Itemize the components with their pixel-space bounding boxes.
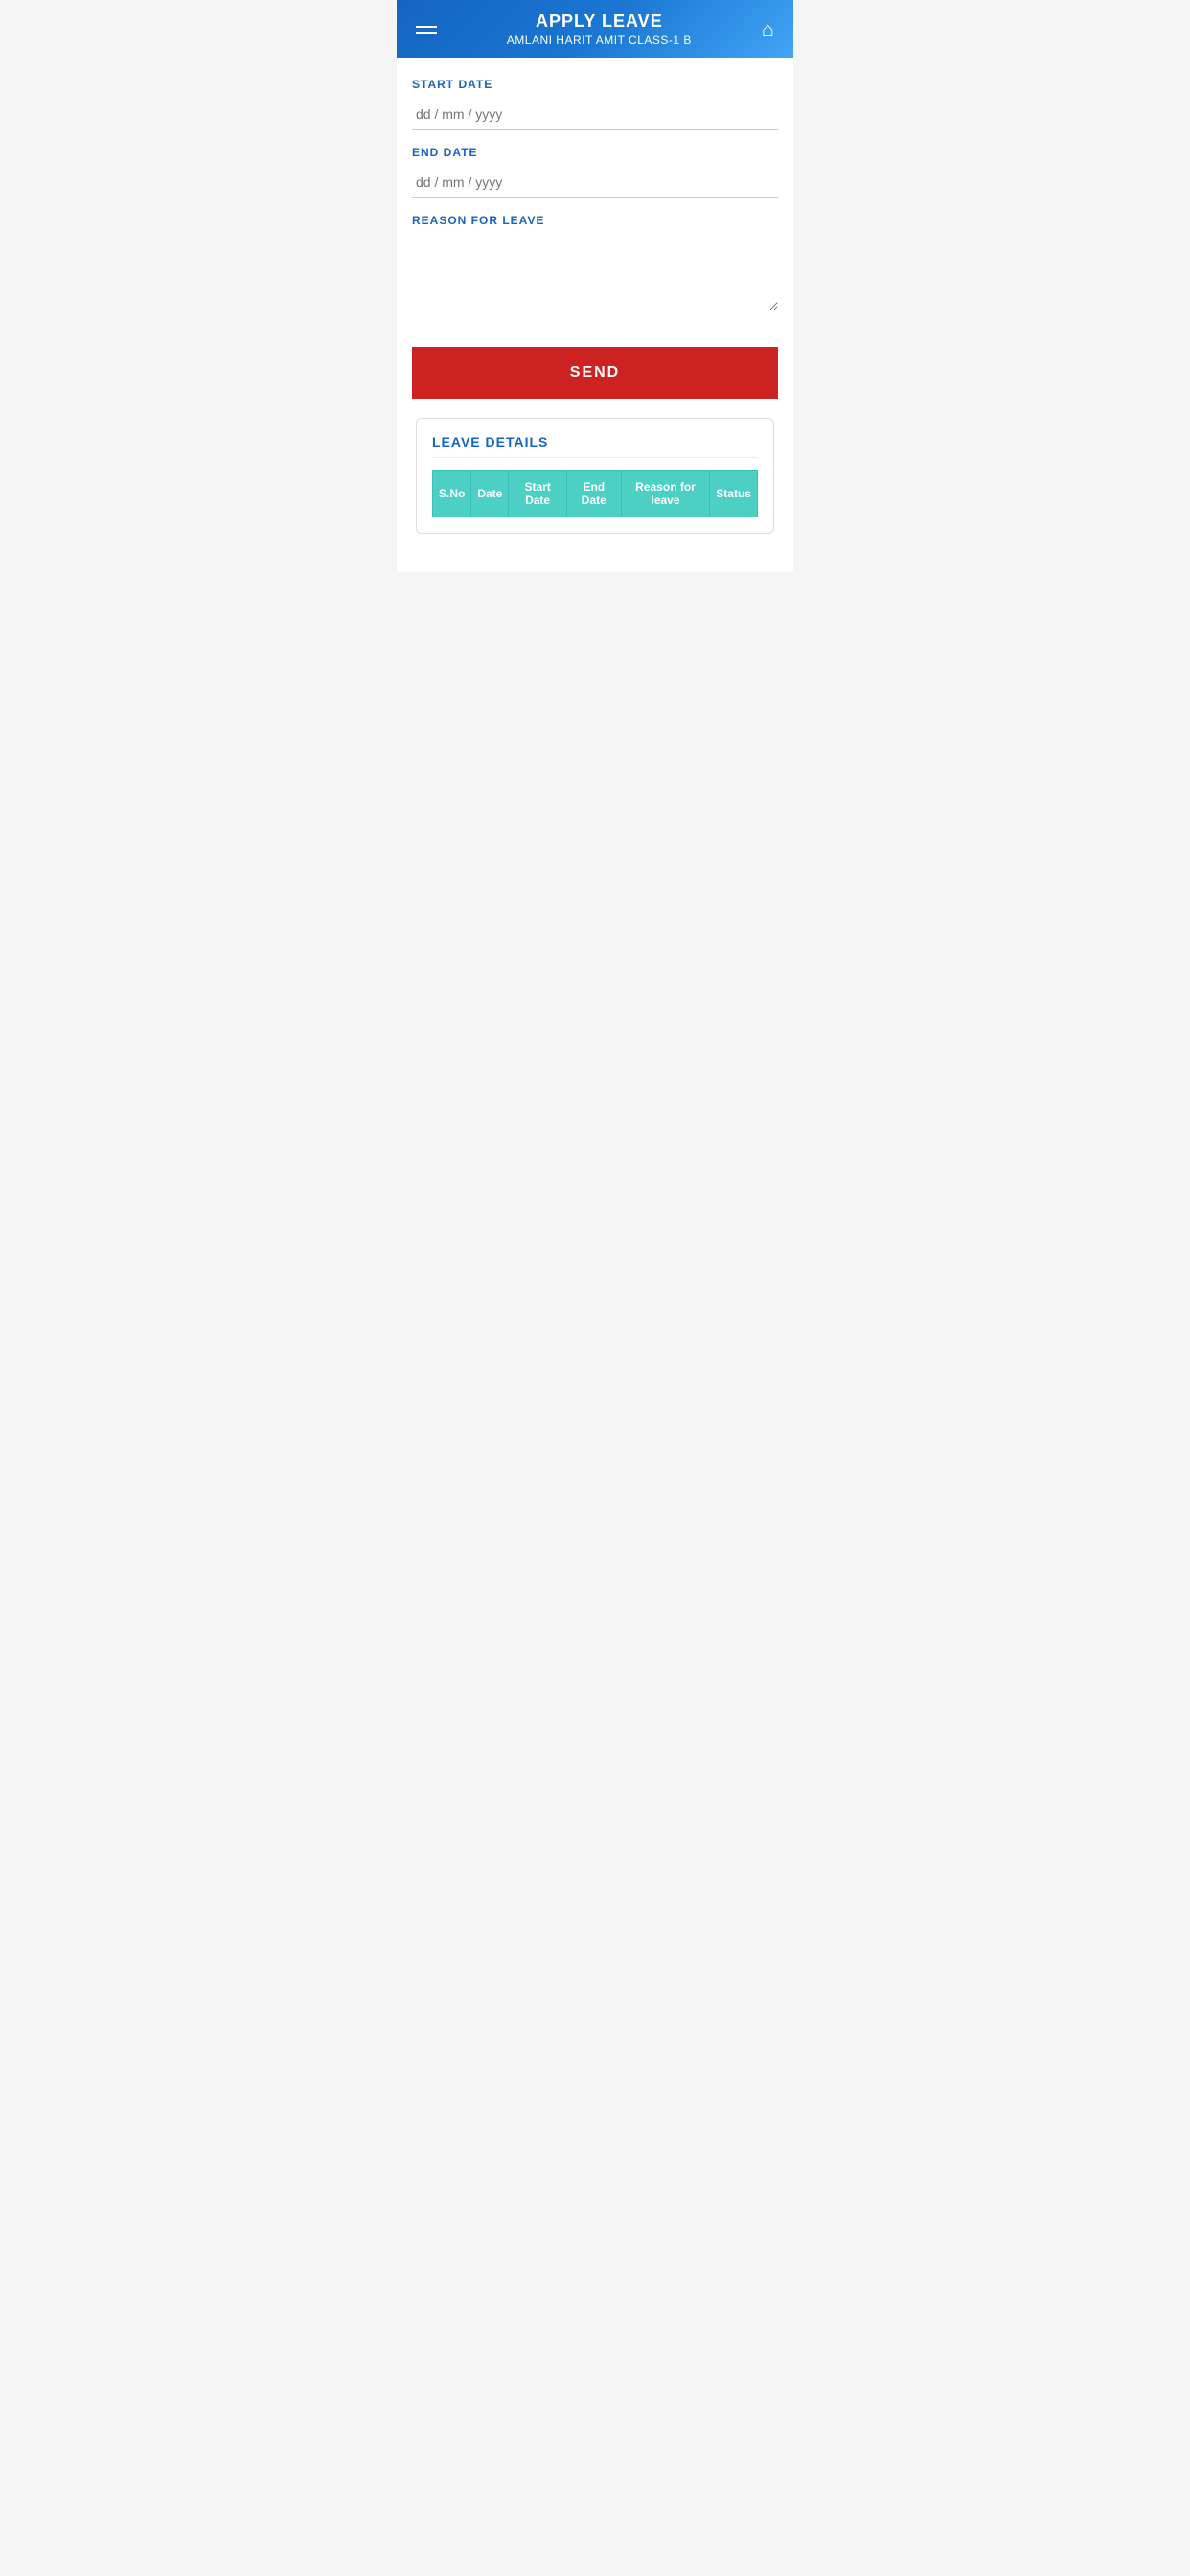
- app-header: APPLY LEAVE AMLANI HARIT AMIT CLASS-1 B …: [397, 0, 793, 58]
- table-header-row: S.No Date Start Date End Date Reason for…: [433, 471, 758, 518]
- end-date-input[interactable]: [412, 167, 778, 198]
- send-button[interactable]: SEND: [412, 347, 778, 399]
- page-title: APPLY LEAVE: [441, 12, 758, 32]
- col-date: Date: [471, 471, 509, 518]
- reason-label: REASON FOR LEAVE: [412, 214, 778, 227]
- col-status: Status: [710, 471, 758, 518]
- col-sno: S.No: [433, 471, 471, 518]
- start-date-input[interactable]: [412, 99, 778, 130]
- table-header: S.No Date Start Date End Date Reason for…: [433, 471, 758, 518]
- end-date-label: END DATE: [412, 146, 778, 159]
- leave-details-table: S.No Date Start Date End Date Reason for…: [432, 470, 758, 518]
- end-date-section: END DATE: [412, 146, 778, 198]
- main-content: START DATE END DATE REASON FOR LEAVE SEN…: [397, 58, 793, 572]
- leave-details-title: LEAVE DETAILS: [432, 434, 758, 458]
- reason-section: REASON FOR LEAVE: [412, 214, 778, 316]
- col-reason: Reason for leave: [621, 471, 710, 518]
- col-end-date: End Date: [566, 471, 621, 518]
- user-class-subtitle: AMLANI HARIT AMIT CLASS-1 B: [441, 34, 758, 47]
- reason-textarea[interactable]: [412, 235, 778, 311]
- header-center: APPLY LEAVE AMLANI HARIT AMIT CLASS-1 B: [441, 12, 758, 47]
- start-date-label: START DATE: [412, 78, 778, 91]
- home-button[interactable]: ⌂: [758, 13, 778, 46]
- menu-button[interactable]: [412, 22, 441, 37]
- col-start-date: Start Date: [509, 471, 567, 518]
- start-date-section: START DATE: [412, 78, 778, 130]
- leave-details-card: LEAVE DETAILS S.No Date Start Date End D…: [416, 418, 774, 534]
